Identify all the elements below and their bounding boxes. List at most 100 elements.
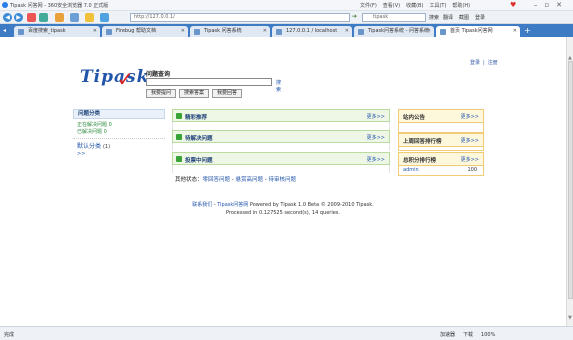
stop-icon[interactable] [27,13,36,22]
menu-file[interactable]: 文件(F) [360,3,377,9]
forward-icon[interactable]: ▶ [14,13,23,22]
tab-scroll-left-icon[interactable]: ◂ [3,27,6,34]
tab-tipask-qa[interactable]: Tipask问答系统 - 问答系统 ✕ [354,26,434,37]
footer-line-2: Processed in 0.127525 second(s), 14 quer… [225,210,340,216]
status-bar: 完成 加速器 下载 100% [0,326,573,340]
page-icon [358,29,364,35]
screenshot-button[interactable]: 截图 [459,15,469,21]
new-tab-icon[interactable]: + [524,27,531,35]
refresh-icon[interactable] [39,13,48,22]
category-sidebar: 问题分类 正在解决问题 0 已解决问题 0 默认分类 (1) >> [73,109,165,158]
favorites-icon[interactable] [85,13,94,22]
footer-line-1: 联系我们 - Tipask问答网 Powered by Tipask 1.0 B… [192,202,374,208]
heart-icon[interactable]: ♥ [510,1,516,9]
high-reward-link[interactable]: 悬赏高问题 [236,177,264,183]
scroll-up-icon[interactable]: ▲ [568,55,573,61]
close-icon[interactable]: ✕ [513,26,517,37]
pending-review-link[interactable]: 待审核问题 [269,177,297,183]
login-link[interactable]: 登录 [470,60,480,66]
close-icon[interactable]: ✕ [345,26,349,37]
total-rank-more-link[interactable]: 更多>> [461,156,479,163]
page-content: 登录 | 注册 Tipask ✓ 问题查询 搜索 我要提问 搜索答案 我要回答 问题… [0,37,566,326]
sidebar-item-solved[interactable]: 已解决问题 0 [73,129,165,136]
zero-answer-link[interactable]: 零回答问题 [203,177,231,183]
rank-user-link[interactable]: admin [403,166,419,175]
sidebar-item-unsolved[interactable]: 正在解决问题 0 [73,122,165,129]
browser-search-button[interactable]: 搜索 [429,14,439,21]
accelerator-button[interactable]: 加速器 [440,332,455,338]
tab-bar: ◂ 百度搜索_tipask ✕ Firebug 帮助文档 ✕ Tipask 问答系统… [0,24,573,37]
page-icon [194,29,200,35]
featured-more-link[interactable]: 更多>> [367,113,385,120]
notice-box: 站内公告 更多>> [398,109,484,133]
menu-tools[interactable]: 工具(T) [429,3,446,9]
sidebar-item-default-category[interactable]: 默认分类 (1) [73,143,165,151]
browser-search-input[interactable]: tipask [362,13,426,22]
page-icon [440,29,446,35]
scroll-down-icon[interactable]: ▼ [568,315,573,321]
page-icon [106,29,112,35]
weekly-rank-box: 上周回答排行榜 更多>> [398,133,484,151]
login-links: 登录 | 注册 [470,60,498,66]
address-bar[interactable]: http://127.0.0.1/ [130,13,350,22]
voting-title: 投票中问题 [185,158,213,164]
featured-box-body [172,122,390,130]
search-go-link[interactable]: 搜索 [276,79,281,93]
contact-link[interactable]: 联系我们 [192,202,212,208]
close-icon[interactable]: ✕ [263,26,267,37]
page-icon [276,29,282,35]
status-text: 完成 [4,332,15,338]
voting-icon [176,156,182,162]
vertical-scrollbar[interactable]: ▲ ▼ [566,37,573,326]
go-icon[interactable]: ➔ [352,13,357,20]
menu-help[interactable]: 帮助(H) [452,3,470,9]
tab-baidu[interactable]: 百度搜索_tipask ✕ [14,26,100,37]
notice-title: 站内公告 [403,115,426,121]
notice-more-link[interactable]: 更多>> [461,113,479,120]
zoom-level[interactable]: 100% [481,332,495,338]
weekly-rank-title: 上周回答排行榜 [403,139,442,145]
featured-icon [176,113,182,119]
question-search-input[interactable] [146,78,272,86]
toolbar-right: 翻译 截图 登录 [443,14,491,21]
home-icon[interactable] [55,13,64,22]
voting-box-header: 投票中问题 更多>> [172,152,390,165]
page-icon [18,29,24,35]
history-icon[interactable] [100,13,109,22]
logo-check-icon: ✓ [117,67,134,91]
answer-button[interactable]: 我要回答 [212,89,243,98]
tab-localhost[interactable]: 127.0.0.1 / localhost ✕ [272,26,352,37]
total-rank-box: 总积分排行榜 更多>> admin 100 [398,152,484,176]
search-answer-button[interactable]: 搜索答案 [179,89,210,98]
translate-button[interactable]: 翻译 [443,15,453,21]
undo-icon[interactable] [70,13,79,22]
voting-more-link[interactable]: 更多>> [367,156,385,163]
close-icon[interactable]: ✕ [181,26,185,37]
weekly-rank-more-link[interactable]: 更多>> [461,137,479,144]
login-button[interactable]: 登录 [475,15,485,21]
back-icon[interactable]: ◀ [3,13,12,22]
site-logo[interactable]: Tipask [80,67,149,87]
menu-view[interactable]: 查看(V) [383,3,400,9]
close-icon[interactable]: ✕ [93,26,97,37]
close-icon[interactable]: ✕ [427,26,431,37]
site-link[interactable]: Tipask问答网 [217,202,248,208]
ask-button[interactable]: 我要提问 [146,89,177,98]
featured-title: 精彩推荐 [185,115,208,121]
quick-status-links: 其他状态：零回答问题 - 悬赏高问题 - 待审核问题 [175,177,297,183]
menu-favorites[interactable]: 收藏(B) [406,3,423,9]
sidebar-sub-link[interactable]: >> [73,151,165,158]
window-controls[interactable]: –▫✕ [534,1,569,9]
navigation-toolbar: ◀ ▶ http://127.0.0.1/ ➔ tipask 搜索 翻译 截图 登录 [0,11,573,24]
tab-home-active[interactable]: 首页 Tipask问答网 ✕ [436,26,520,37]
scroll-thumb[interactable] [568,61,573,299]
download-button[interactable]: 下载 [463,332,473,338]
tab-tipask-system[interactable]: Tipask 问答系统 ✕ [190,26,270,37]
status-right: 加速器 下载 100% [440,331,503,338]
voting-box-body [172,165,390,173]
total-rank-title: 总积分排行榜 [403,158,437,164]
tab-firebug[interactable]: Firebug 帮助文档 ✕ [102,26,188,37]
question-search: 问题查询 搜索 我要提问 搜索答案 我要回答 [146,69,281,98]
register-link[interactable]: 注册 [488,60,498,66]
unsolved-more-link[interactable]: 更多>> [367,134,385,141]
